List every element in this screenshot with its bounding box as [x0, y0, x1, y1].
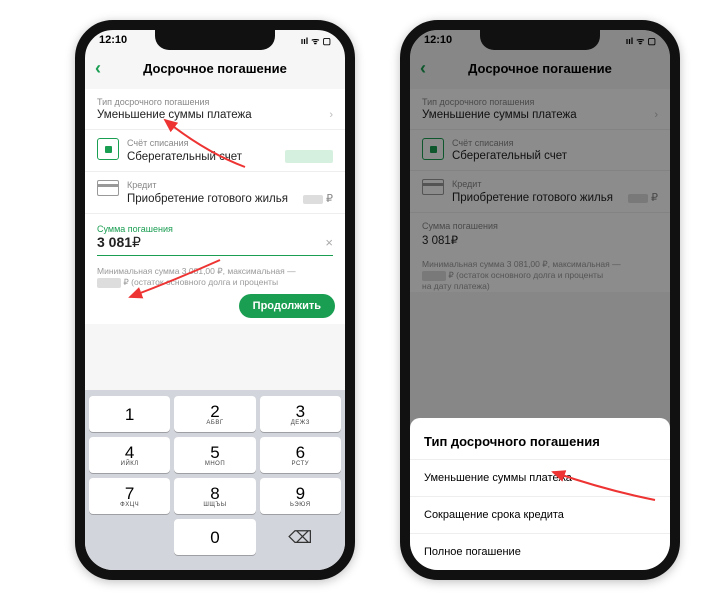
type-value: Уменьшение суммы платежа: [97, 109, 252, 121]
account-label: Счёт списания: [127, 138, 333, 148]
sheet-option-reduce-term[interactable]: Сокращение срока кредита: [410, 496, 670, 533]
type-label: Тип досрочного погашения: [97, 97, 333, 107]
sheet-option-full-repay[interactable]: Полное погашение: [410, 533, 670, 570]
key-9[interactable]: 9ЬЭЮЯ: [260, 478, 341, 514]
continue-button[interactable]: Продолжить: [239, 294, 335, 318]
credit-balance: xxxxx ₽: [303, 192, 333, 205]
credit-value: Приобретение готового жилья: [127, 193, 288, 205]
status-time: 12:10: [99, 34, 127, 52]
key-2[interactable]: 2АБВГ: [174, 396, 255, 432]
key-6[interactable]: 6РСТУ: [260, 437, 341, 473]
account-icon: [97, 138, 119, 160]
repayment-type-row[interactable]: Тип досрочного погашения Уменьшение сумм…: [85, 89, 345, 130]
status-icons: ıılᯤ▢: [298, 34, 331, 52]
clear-icon[interactable]: ×: [325, 235, 333, 250]
key-5[interactable]: 5МНОП: [174, 437, 255, 473]
key-blank: [89, 519, 170, 555]
phone-left: 12:10 ıılᯤ▢ ‹ Досрочное погашение Тип до…: [75, 20, 355, 580]
amount-hint: Минимальная сумма 3 081,00 ₽, максимальн…: [85, 262, 345, 288]
amount-input[interactable]: 3 081₽: [97, 234, 141, 251]
account-value: Сберегательный счет: [127, 151, 242, 163]
card-icon: [97, 180, 119, 196]
notch: [155, 28, 275, 50]
credit-label: Кредит: [127, 180, 333, 190]
page-title: Досрочное погашение: [95, 61, 335, 76]
account-balance-masked: xxxx: [285, 150, 333, 163]
key-7[interactable]: 7ФХЦЧ: [89, 478, 170, 514]
account-row[interactable]: Счёт списания Сберегательный счет xxxx: [85, 130, 345, 172]
chevron-right-icon: ›: [329, 109, 333, 121]
action-sheet: Тип досрочного погашения Уменьшение сумм…: [410, 418, 670, 570]
key-backspace[interactable]: ⌫: [260, 519, 341, 555]
amount-section: Сумма погашения 3 081₽ ×: [85, 214, 345, 262]
numeric-keyboard: 1 2АБВГ 3ДЕЖЗ 4ИЙКЛ 5МНОП 6РСТУ 7ФХЦЧ 8Ш…: [85, 390, 345, 570]
key-4[interactable]: 4ИЙКЛ: [89, 437, 170, 473]
sheet-option-reduce-payment[interactable]: Уменьшение суммы платежа: [410, 459, 670, 496]
phone-right: 12:10 ıılᯤ▢ ‹ Досрочное погашение Тип до…: [400, 20, 680, 580]
amount-label: Сумма погашения: [97, 224, 333, 234]
key-8[interactable]: 8ШЩЪЫ: [174, 478, 255, 514]
notch: [480, 28, 600, 50]
sheet-title: Тип досрочного погашения: [410, 428, 670, 459]
credit-row[interactable]: Кредит Приобретение готового жилья xxxxx…: [85, 172, 345, 214]
key-0[interactable]: 0: [174, 519, 255, 555]
key-3[interactable]: 3ДЕЖЗ: [260, 396, 341, 432]
header: ‹ Досрочное погашение: [85, 52, 345, 89]
key-1[interactable]: 1: [89, 396, 170, 432]
